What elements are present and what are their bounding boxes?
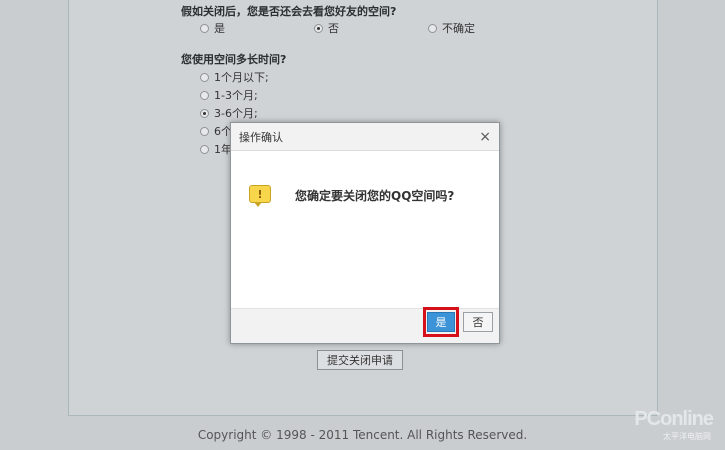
q1-option-unsure[interactable]: 不确定: [428, 20, 475, 36]
question-2-title: 您使用空间多长时间?: [181, 53, 287, 66]
option-label: 不确定: [442, 22, 475, 35]
q2-option-under-1-month[interactable]: 1个月以下;: [200, 69, 269, 85]
radio-icon[interactable]: [200, 23, 209, 33]
question-1-title: 假如关闭后，您是否还会去看您好友的空间?: [181, 5, 397, 18]
yes-button[interactable]: 是: [427, 312, 455, 332]
radio-icon[interactable]: [200, 126, 209, 136]
copyright-footer: Copyright © 1998 - 2011 Tencent. All Rig…: [197, 428, 528, 442]
option-label: 1个月以下;: [214, 71, 269, 84]
option-label: 3-6个月;: [214, 107, 258, 120]
radio-icon[interactable]: [428, 23, 437, 33]
close-icon[interactable]: ×: [479, 130, 491, 144]
dialog-message: 您确定要关闭您的QQ空间吗?: [295, 189, 455, 203]
dialog-footer: 是 否: [231, 307, 499, 343]
watermark-logo: PConline 太平洋电脑网: [634, 408, 714, 441]
watermark-sub: 太平洋电脑网: [663, 432, 711, 441]
q1-option-yes[interactable]: 是: [200, 20, 225, 36]
submit-close-request-button[interactable]: 提交关闭申请: [317, 350, 403, 370]
q2-option-6-months[interactable]: 6个: [200, 123, 232, 139]
q2-option-3-6-months[interactable]: 3-6个月;: [200, 105, 258, 121]
q2-option-1-3-months[interactable]: 1-3个月;: [200, 87, 258, 103]
q1-option-no[interactable]: 否: [314, 20, 339, 36]
radio-icon[interactable]: [200, 72, 209, 82]
dialog-title: 操作确认: [239, 130, 283, 144]
yes-button-highlight: 是: [423, 307, 459, 337]
q2-option-1-year[interactable]: 1年: [200, 141, 232, 157]
watermark-brand: PConline: [634, 408, 714, 430]
radio-icon[interactable]: [200, 144, 209, 154]
option-label: 是: [214, 22, 225, 35]
option-label: 否: [328, 22, 339, 35]
confirm-dialog: 操作确认 × ! 您确定要关闭您的QQ空间吗? 是 否: [230, 122, 500, 344]
dialog-header: 操作确认 ×: [231, 123, 499, 151]
radio-checked-icon[interactable]: [200, 108, 209, 118]
no-button[interactable]: 否: [463, 312, 493, 332]
radio-icon[interactable]: [200, 90, 209, 100]
radio-checked-icon[interactable]: [314, 23, 323, 33]
warning-icon: !: [249, 185, 271, 207]
option-label: 1-3个月;: [214, 89, 258, 102]
